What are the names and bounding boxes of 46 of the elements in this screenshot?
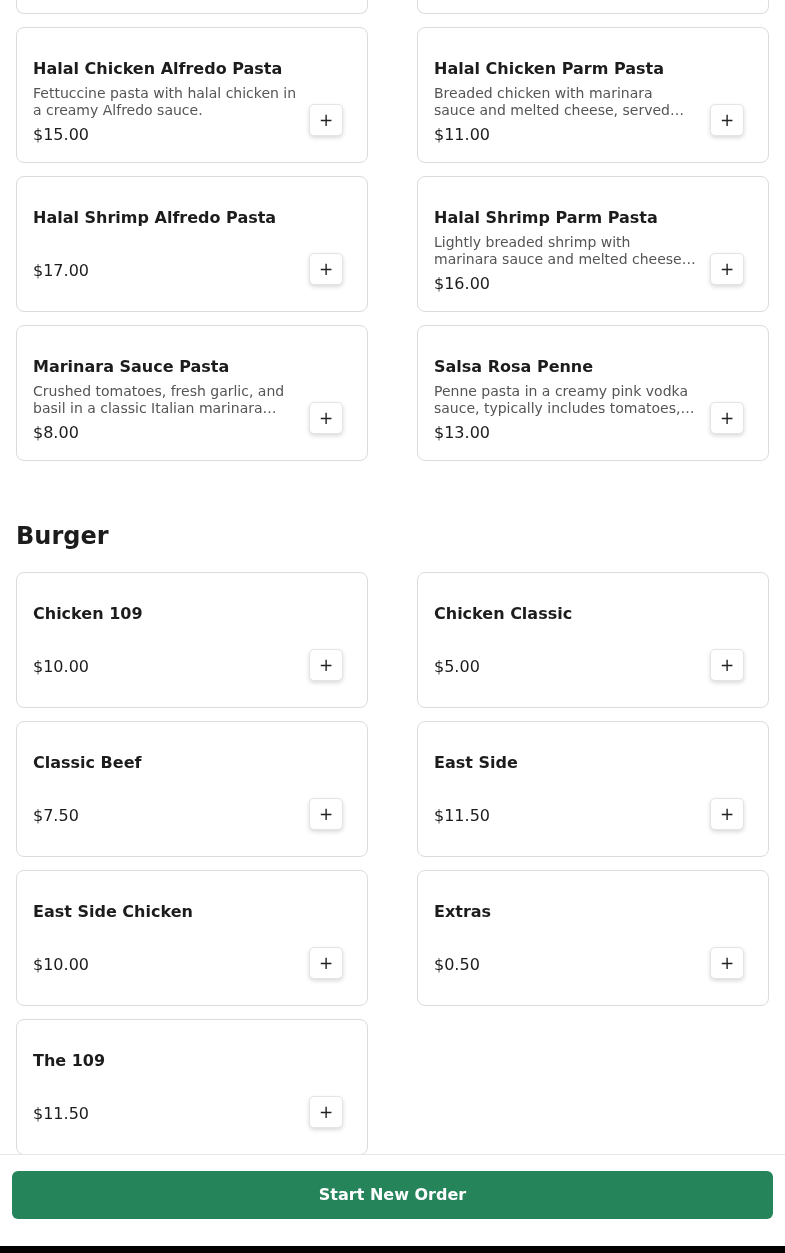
item-price: $0.50 xyxy=(434,955,481,975)
add-button[interactable]: + xyxy=(309,402,343,434)
add-button[interactable]: + xyxy=(710,104,744,136)
item-description: Fettuccine pasta with halal chicken in a creamy Alfredo sauce. xyxy=(33,85,297,119)
item-price: $5.00 xyxy=(434,657,481,677)
add-button[interactable]: + xyxy=(710,253,744,285)
item-price: $7.50 xyxy=(33,806,80,826)
item-description: Crushed tomatoes, fresh garlic, and basil in a classic Italian marinara… xyxy=(33,383,286,417)
item-name: The 109 xyxy=(33,1051,107,1071)
item-price: $10.00 xyxy=(33,657,90,677)
item-name: Halal Chicken Alfredo Pasta xyxy=(33,59,284,79)
add-button[interactable]: + xyxy=(309,253,343,285)
add-button[interactable]: + xyxy=(710,649,744,681)
item-price: $17.00 xyxy=(33,261,90,281)
item-name: Chicken Classic xyxy=(434,604,574,624)
add-button[interactable]: + xyxy=(710,947,744,979)
section-heading: Burger xyxy=(16,522,110,551)
start-new-order-button[interactable]: Start New Order xyxy=(12,1171,773,1219)
item-name: Extras xyxy=(434,902,493,922)
item-description: Breaded chicken with marinara sauce and melted cheese, served… xyxy=(434,85,685,119)
item-price: $11.50 xyxy=(33,1104,90,1124)
item-name: Halal Shrimp Alfredo Pasta xyxy=(33,208,278,228)
item-price: $11.50 xyxy=(434,806,491,826)
item-description: Penne pasta in a creamy pink vodka sauce, typically includes tomatoes,… xyxy=(434,383,696,417)
item-price: $11.00 xyxy=(434,125,491,145)
item-price: $13.00 xyxy=(434,423,491,443)
add-button[interactable]: + xyxy=(309,947,343,979)
add-button[interactable]: + xyxy=(710,402,744,434)
item-name: Classic Beef xyxy=(33,753,143,773)
item-price: $10.00 xyxy=(33,955,90,975)
item-description: Lightly breaded shrimp with marinara sauce and melted cheese… xyxy=(434,234,697,268)
item-price: $15.00 xyxy=(33,125,90,145)
item-name: East Side Chicken xyxy=(33,902,194,922)
item-name: Marinara Sauce Pasta xyxy=(33,357,231,377)
add-button[interactable]: + xyxy=(309,104,343,136)
item-name: Halal Shrimp Parm Pasta xyxy=(434,208,659,228)
item-name: Salsa Rosa Penne xyxy=(434,357,595,377)
item-price: $8.00 xyxy=(33,423,80,443)
item-name: Chicken 109 xyxy=(33,604,144,624)
add-button[interactable]: + xyxy=(309,798,343,830)
item-price: $16.00 xyxy=(434,274,491,294)
add-button[interactable]: + xyxy=(309,1096,343,1128)
item-name: East Side xyxy=(434,753,519,773)
add-button[interactable]: + xyxy=(309,649,343,681)
item-name: Halal Chicken Parm Pasta xyxy=(434,59,665,79)
add-button[interactable]: + xyxy=(710,798,744,830)
